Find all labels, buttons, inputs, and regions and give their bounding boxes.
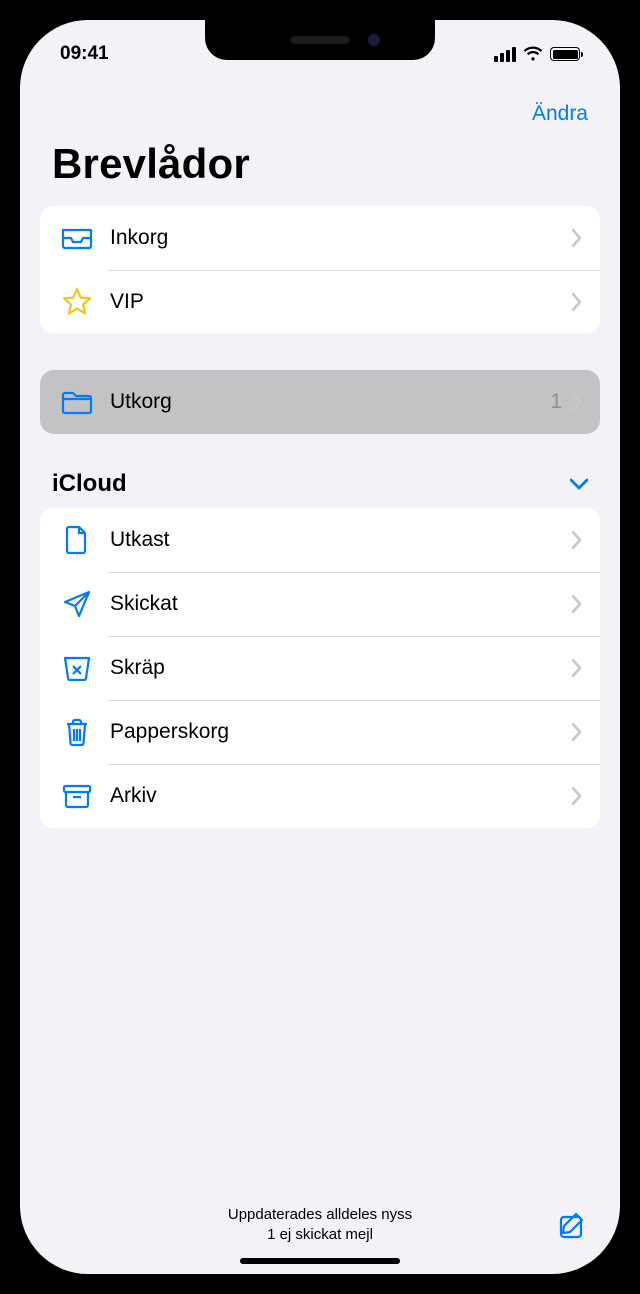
- mailbox-junk[interactable]: Skräp: [40, 636, 600, 700]
- page-title: Brevlådor: [20, 130, 620, 206]
- chevron-right-icon: [572, 229, 582, 247]
- mailbox-label: Utkorg: [110, 390, 550, 414]
- trash-icon: [58, 717, 96, 747]
- outbox-group: Utkorg 1: [40, 370, 600, 434]
- chevron-right-icon: [572, 293, 582, 311]
- sync-status-line2: 1 ej skickat mejl: [82, 1225, 558, 1245]
- mailbox-label: Skickat: [110, 592, 572, 616]
- paperplane-icon: [58, 589, 96, 619]
- archive-icon: [58, 783, 96, 809]
- status-time: 09:41: [60, 43, 109, 65]
- star-icon: [58, 287, 96, 317]
- mailbox-sent[interactable]: Skickat: [40, 572, 600, 636]
- wifi-icon: [523, 46, 543, 62]
- account-header[interactable]: iCloud: [20, 470, 620, 508]
- favorites-group: Inkorg VIP: [40, 206, 600, 334]
- chevron-right-icon: [572, 723, 582, 741]
- mailbox-inbox[interactable]: Inkorg: [40, 206, 600, 270]
- sync-status-line1: Uppdaterades alldeles nyss: [82, 1205, 558, 1225]
- chevron-right-icon: [572, 787, 582, 805]
- chevron-right-icon: [572, 531, 582, 549]
- mailbox-label: Arkiv: [110, 784, 572, 808]
- mailbox-vip[interactable]: VIP: [40, 270, 600, 334]
- compose-button[interactable]: [558, 1210, 588, 1240]
- cellular-signal-icon: [494, 47, 516, 62]
- home-indicator[interactable]: [240, 1258, 400, 1264]
- chevron-down-icon: [570, 478, 588, 490]
- device-notch: [205, 20, 435, 60]
- status-indicators: [494, 46, 580, 62]
- account-name: iCloud: [52, 470, 127, 498]
- mailbox-label: Papperskorg: [110, 720, 572, 744]
- doc-icon: [58, 525, 96, 555]
- mailbox-drafts[interactable]: Utkast: [40, 508, 600, 572]
- battery-icon: [550, 47, 580, 61]
- mailbox-outbox[interactable]: Utkorg 1: [40, 370, 600, 434]
- mailbox-label: Skräp: [110, 656, 572, 680]
- folder-icon: [58, 389, 96, 415]
- mailbox-count: 1: [550, 390, 562, 414]
- chevron-right-icon: [572, 595, 582, 613]
- inbox-icon: [58, 226, 96, 250]
- chevron-right-icon: [572, 659, 582, 677]
- mailbox-label: Utkast: [110, 528, 572, 552]
- mailbox-label: Inkorg: [110, 226, 572, 250]
- mailbox-archive[interactable]: Arkiv: [40, 764, 600, 828]
- account-folders-group: Utkast Skickat: [40, 508, 600, 828]
- mailbox-trash[interactable]: Papperskorg: [40, 700, 600, 764]
- chevron-right-icon: [572, 393, 582, 411]
- edit-button[interactable]: Ändra: [532, 102, 588, 126]
- junk-icon: [58, 655, 96, 681]
- mailbox-label: VIP: [110, 290, 572, 314]
- sync-status: Uppdaterades alldeles nyss 1 ej skickat …: [82, 1205, 558, 1244]
